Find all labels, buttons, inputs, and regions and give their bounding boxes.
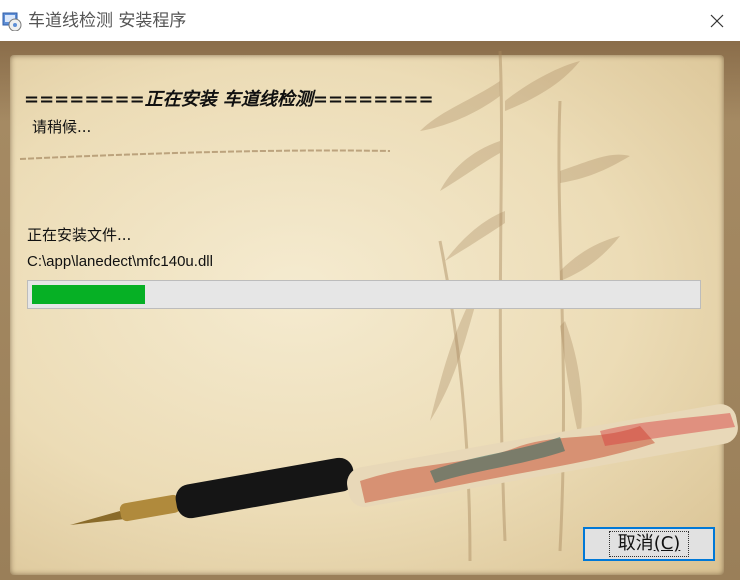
close-button[interactable]: [694, 0, 740, 41]
cancel-shortcut-hint: (C): [653, 533, 681, 554]
bamboo-pen-decoration: [19, 50, 738, 562]
current-file-path: C:\app\lanedect\mfc140u.dll: [27, 253, 213, 270]
installer-body: ========正在安装 车道线检测======== 请稍候... 正在安装文件…: [0, 41, 740, 580]
installer-app-icon: [2, 12, 22, 31]
install-progress-bar: [27, 280, 701, 309]
close-icon: [710, 14, 724, 27]
cancel-button-label-wrap: 取消(C): [608, 531, 690, 557]
title-bar: 车道线检测 安装程序: [0, 0, 740, 41]
window-title: 车道线检测 安装程序: [28, 11, 187, 31]
install-status-text: 正在安装文件...: [27, 226, 132, 244]
installing-heading: ========正在安装 车道线检测========: [24, 89, 434, 110]
please-wait-text: 请稍候...: [32, 118, 92, 136]
cancel-button[interactable]: 取消(C): [583, 527, 715, 561]
progress-bar-fill: [32, 285, 145, 304]
cancel-button-label: 取消: [617, 533, 654, 554]
